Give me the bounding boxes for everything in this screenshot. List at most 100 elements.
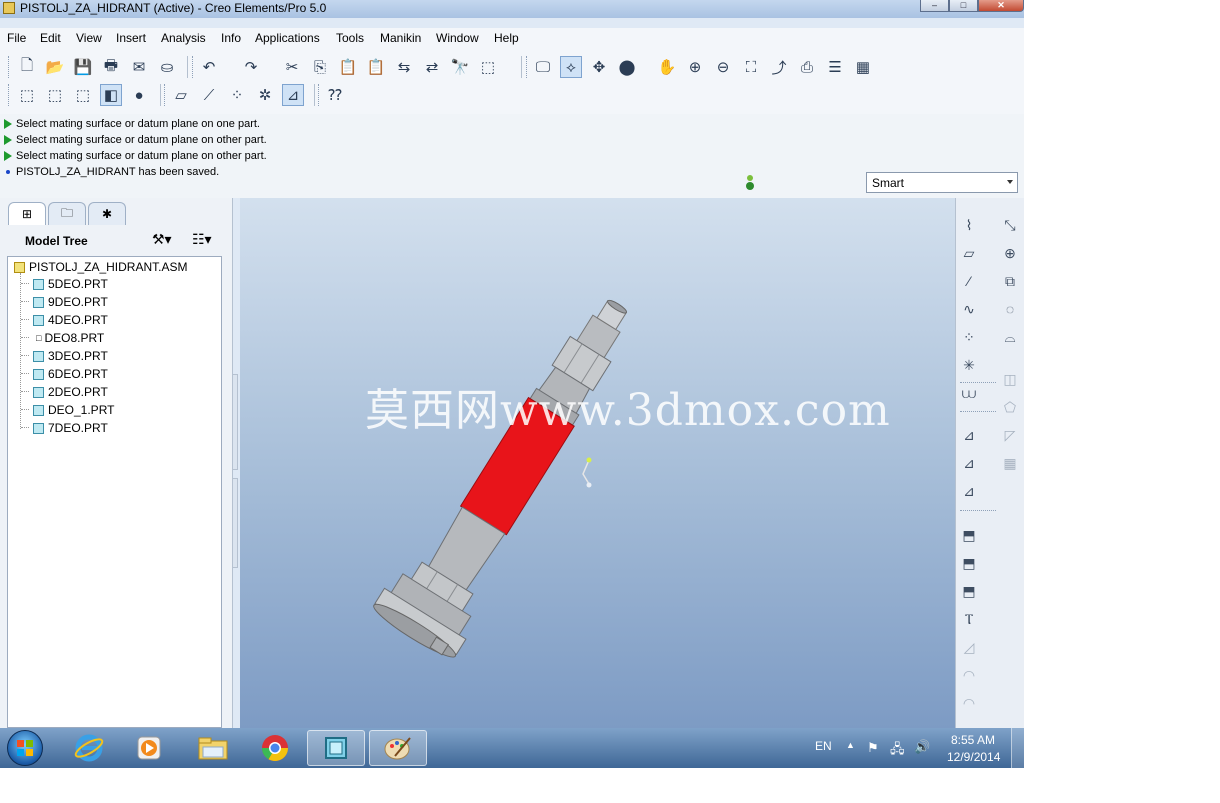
find-icon[interactable]: 🔭 — [449, 56, 471, 78]
open-folder-icon[interactable]: 📂 — [44, 56, 66, 78]
maximize-button[interactable]: □ — [949, 0, 978, 12]
show-desktop-button[interactable] — [1011, 728, 1024, 768]
selection-filter-dropdown[interactable]: Smart — [866, 172, 1018, 193]
rib-icon[interactable]: Ⲧ — [959, 609, 979, 629]
toolbar-grip[interactable] — [526, 56, 530, 78]
tree-part-node[interactable]: 4DEO.PRT — [33, 313, 108, 327]
send-mail-icon[interactable]: ✉ — [128, 56, 150, 78]
status-light-icon[interactable] — [745, 174, 755, 192]
tree-part-node[interactable]: DEO_1.PRT — [33, 403, 114, 417]
tab-folder-browser[interactable]: 🗀 — [48, 202, 86, 225]
tree-part-node[interactable]: 9DEO.PRT — [33, 295, 108, 309]
hydrant-nozzle-model[interactable] — [240, 198, 955, 728]
menu-tools[interactable]: Tools — [336, 31, 364, 45]
assemble-icon[interactable]: ⊕ — [1000, 243, 1020, 263]
toolbar-grip[interactable] — [192, 56, 196, 78]
regenerate-icon[interactable]: ⇆ — [393, 56, 415, 78]
reorient-icon[interactable]: ⤴ — [768, 56, 790, 78]
round-icon[interactable]: ⬒ — [959, 553, 979, 573]
menu-file[interactable]: File — [7, 31, 26, 45]
datum-axis-icon[interactable]: ⁄ — [959, 271, 979, 291]
toolbar-grip[interactable] — [8, 56, 12, 78]
taskbar-paint[interactable] — [369, 730, 427, 766]
tree-part-node[interactable]: 7DEO.PRT — [33, 421, 108, 435]
taskbar-media-player[interactable] — [120, 730, 178, 766]
datum-point-icon[interactable]: ⁘ — [959, 327, 979, 347]
orient-mode-icon[interactable]: ✥ — [588, 56, 610, 78]
save-icon[interactable]: 💾 — [72, 56, 94, 78]
analysis-point-icon[interactable]: ⩊ — [959, 383, 979, 403]
tree-columns-icon[interactable]: ☷▾ — [192, 231, 212, 248]
tree-part-node[interactable]: 6DEO.PRT — [33, 367, 108, 381]
menu-view[interactable]: View — [76, 31, 102, 45]
action-center-flag-icon[interactable]: ⚑ — [867, 740, 879, 756]
datum-plane-icon[interactable]: ▱ — [959, 243, 979, 263]
minimize-button[interactable]: – — [920, 0, 949, 12]
paste-special-icon[interactable]: 📋 — [365, 56, 387, 78]
tree-settings-icon[interactable]: ⚒▾ — [152, 231, 172, 248]
send-link-icon[interactable]: ⛀ — [156, 56, 178, 78]
close-button[interactable]: ✕ — [978, 0, 1024, 12]
layers-icon[interactable]: ☰ — [824, 56, 846, 78]
panel-splitter[interactable] — [232, 374, 238, 470]
select-box-icon[interactable]: ⬚ — [477, 56, 499, 78]
annotations-icon[interactable]: ⊿ — [282, 84, 304, 106]
create-component-icon[interactable]: ⧉ — [1000, 271, 1020, 291]
shell-icon[interactable]: ⬒ — [959, 581, 979, 601]
tree-root-node[interactable]: PISTOLJ_ZA_HIDRANT.ASM — [14, 260, 187, 274]
refit-icon[interactable]: ⛶ — [740, 56, 762, 78]
taskbar-internet-explorer[interactable] — [60, 730, 118, 766]
tab-model-tree[interactable]: ⊞ — [8, 202, 46, 225]
menu-insert[interactable]: Insert — [116, 31, 146, 45]
boundary-blend-icon[interactable]: ⌓ — [1000, 327, 1020, 347]
taskbar-creo[interactable] — [307, 730, 365, 766]
coordinate-systems-icon[interactable]: ✲ — [254, 84, 276, 106]
saved-views-icon[interactable]: ⎙ — [796, 56, 818, 78]
tree-part-node[interactable]: 5DEO.PRT — [33, 277, 108, 291]
spin-center-icon[interactable]: ⟡ — [560, 56, 582, 78]
panel-splitter[interactable] — [232, 478, 238, 568]
menu-info[interactable]: Info — [221, 31, 241, 45]
menu-manikin[interactable]: Manikin — [380, 31, 421, 45]
datum-points-icon[interactable]: ⁘ — [226, 84, 248, 106]
view-manager-icon[interactable]: ▦ — [852, 56, 874, 78]
clock-time[interactable]: 8:55 AM — [951, 733, 995, 747]
shading-icon[interactable]: ◧ — [100, 84, 122, 106]
geometric-tolerance-icon[interactable]: ⊿ — [959, 481, 979, 501]
language-indicator[interactable]: EN — [815, 739, 832, 753]
coordinate-system-icon[interactable]: ✳ — [959, 355, 979, 375]
toolbar-grip[interactable] — [164, 84, 168, 106]
tree-part-node[interactable]: 2DEO.PRT — [33, 385, 108, 399]
menu-window[interactable]: Window — [436, 31, 479, 45]
surface-icon[interactable]: ◌ — [1000, 299, 1020, 319]
appearance-sphere-icon[interactable]: ⬤ — [616, 56, 638, 78]
clock-date[interactable]: 12/9/2014 — [947, 750, 1000, 764]
surface-finish-icon[interactable]: ⊿ — [959, 453, 979, 473]
wireframe-icon[interactable]: ⬚ — [16, 84, 38, 106]
tray-chevron-up-icon[interactable]: ▲ — [846, 740, 855, 750]
copy-icon[interactable]: ⎘ — [309, 56, 331, 78]
redo-icon[interactable]: ↷ — [240, 56, 262, 78]
graphics-window[interactable]: 莫西网www.3dmox.com — [240, 198, 955, 728]
context-help-icon[interactable]: ⁇ — [324, 84, 346, 106]
toolbar-grip[interactable] — [8, 84, 12, 106]
repaint-icon[interactable]: 🖵 — [532, 56, 554, 78]
sketch-datum-icon[interactable]: ⌇ — [959, 215, 979, 235]
enhanced-realism-icon[interactable]: ● — [128, 84, 150, 106]
tree-part-node[interactable]: 3DEO.PRT — [33, 349, 108, 363]
hidden-line-icon[interactable]: ⬚ — [44, 84, 66, 106]
start-button[interactable] — [7, 730, 43, 766]
cut-icon[interactable]: ✂ — [281, 56, 303, 78]
menu-help[interactable]: Help — [494, 31, 519, 45]
regen-manager-icon[interactable]: ⇄ — [421, 56, 443, 78]
annotation-feature-icon[interactable]: ⊿ — [959, 425, 979, 445]
tab-favorites[interactable]: ✱ — [88, 202, 126, 225]
mechanism-drag-icon[interactable]: ⤡ — [1000, 215, 1020, 235]
taskbar-file-explorer[interactable] — [184, 730, 242, 766]
print-icon[interactable]: 🖶 — [100, 56, 122, 78]
hole-icon[interactable]: ⬒ — [959, 525, 979, 545]
volume-icon[interactable]: 🔊 — [914, 739, 930, 755]
no-hidden-icon[interactable]: ⬚ — [72, 84, 94, 106]
datum-planes-icon[interactable]: ▱ — [170, 84, 192, 106]
network-icon[interactable]: 🖧 — [890, 740, 905, 762]
